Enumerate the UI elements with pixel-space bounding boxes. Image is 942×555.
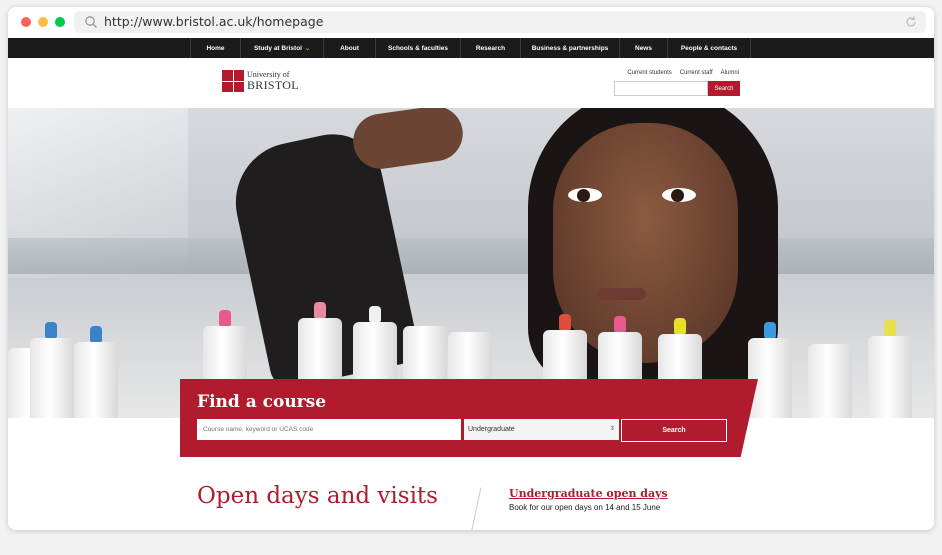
minimize-window-button[interactable] (38, 17, 48, 27)
chevron-down-icon: ⌄ (305, 45, 311, 52)
nav-item-label: News (635, 44, 652, 52)
nav-item-study-at-bristol[interactable]: Study at Bristol ⌄ (240, 38, 323, 58)
maximize-window-button[interactable] (55, 17, 65, 27)
university-crest-icon (222, 70, 244, 92)
main-navigation: Home Study at Bristol ⌄ About Schools & facu… (8, 38, 934, 58)
nav-item-label: Home (206, 44, 225, 52)
nav-item-people-contacts[interactable]: People & contacts (667, 38, 751, 58)
current-students-link[interactable]: Current students (627, 70, 671, 76)
utility-links: Current students Current staff Alumni (627, 70, 739, 76)
site-search-input[interactable] (614, 81, 708, 96)
nav-item-research[interactable]: Research (460, 38, 520, 58)
logo-text: University of BRISTOL (247, 71, 299, 92)
address-bar[interactable]: http://www.bristol.ac.uk/homepage (74, 11, 926, 33)
nav-item-about[interactable]: About (323, 38, 375, 58)
close-window-button[interactable] (21, 17, 31, 27)
nav-item-label: Schools & faculties (388, 44, 448, 52)
find-a-course-panel: Find a course Undergraduate ⇕ Search (180, 379, 758, 457)
nav-item-news[interactable]: News (619, 38, 667, 58)
current-staff-link[interactable]: Current staff (680, 70, 713, 76)
site-search: Search (614, 81, 740, 96)
course-search-input[interactable] (197, 419, 461, 440)
nav-item-label: People & contacts (680, 44, 738, 52)
course-level-value: Undergraduate (468, 426, 515, 433)
nav-item-home[interactable]: Home (190, 38, 240, 58)
university-logo[interactable]: University of BRISTOL (222, 70, 299, 92)
browser-window: http://www.bristol.ac.uk/homepage Home St… (8, 7, 934, 530)
alumni-link[interactable]: Alumni (721, 70, 739, 76)
nav-item-schools-faculties[interactable]: Schools & faculties (375, 38, 460, 58)
select-arrows-icon: ⇕ (609, 426, 615, 432)
nav-item-label: About (340, 44, 359, 52)
divider (469, 487, 482, 530)
nav-item-business-partnerships[interactable]: Business & partnerships (520, 38, 619, 58)
open-days-heading[interactable]: Open days and visits (197, 483, 438, 510)
course-level-select[interactable]: Undergraduate ⇕ (464, 419, 619, 440)
nav-item-label: Study at Bristol (253, 44, 302, 52)
nav-item-label: Research (475, 44, 506, 52)
site-search-button[interactable]: Search (708, 81, 740, 96)
undergraduate-open-days-text: Book for our open days on 14 and 15 June (509, 503, 661, 512)
hero-image (8, 108, 934, 418)
course-search-button[interactable]: Search (621, 419, 727, 442)
find-a-course-title: Find a course (197, 392, 327, 412)
reload-icon[interactable] (904, 15, 918, 29)
logo-line-2: BRISTOL (247, 78, 299, 92)
site-header: University of BRISTOL Current students C… (8, 58, 934, 108)
nav-items: Home Study at Bristol ⌄ About Schools & facu… (190, 38, 751, 58)
browser-chrome: http://www.bristol.ac.uk/homepage (8, 7, 934, 38)
url-text: http://www.bristol.ac.uk/homepage (104, 14, 324, 29)
nav-item-label: Business & partnerships (531, 44, 609, 52)
undergraduate-open-days-link[interactable]: Undergraduate open days (509, 487, 668, 500)
main-content: Open days and visits Undergraduate open … (8, 457, 934, 530)
search-icon (85, 16, 97, 28)
